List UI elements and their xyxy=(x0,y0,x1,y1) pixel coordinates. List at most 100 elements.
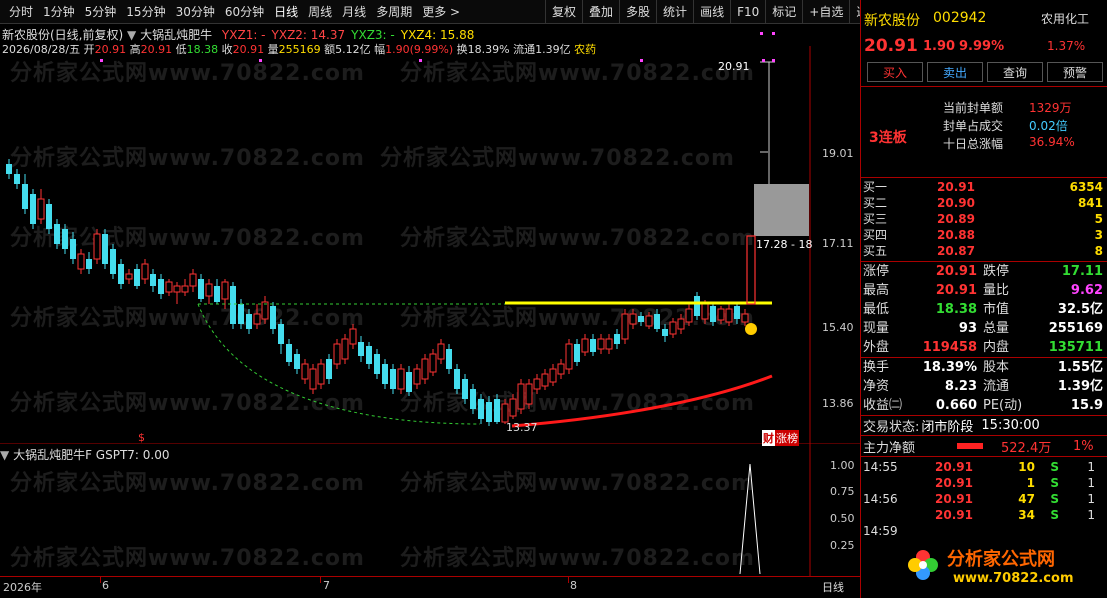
industry-change: 1.37% xyxy=(1047,39,1086,53)
stat-label: 外盘 xyxy=(863,340,890,355)
candle-body xyxy=(286,344,292,362)
candle-body xyxy=(134,269,140,286)
tool-button[interactable]: 复权 xyxy=(545,0,582,24)
candle-body xyxy=(494,399,500,422)
candle-body xyxy=(654,314,660,329)
annot-low: 13.37 xyxy=(506,421,538,434)
candle-body xyxy=(517,383,525,410)
period-tab[interactable]: 5分钟 xyxy=(80,3,122,20)
trade-button[interactable]: 预警 xyxy=(1047,62,1103,82)
tick-price: 20.91 xyxy=(935,492,973,506)
trade-button[interactable]: 买入 xyxy=(867,62,923,82)
stat-label: 涨停 xyxy=(863,264,890,279)
tenday-value: 36.94% xyxy=(1029,135,1075,149)
candle-body xyxy=(37,198,45,220)
stat-label: 量比 xyxy=(983,283,1010,298)
tool-button[interactable]: 标记 xyxy=(765,0,802,24)
candle-body xyxy=(158,279,164,294)
candle-body xyxy=(317,363,325,385)
candle-body xyxy=(125,273,133,280)
period-tab[interactable]: 更多 > xyxy=(417,3,465,20)
candle-body xyxy=(725,308,733,323)
stat-row: 净资 8.23 流通 1.39亿 xyxy=(861,377,1107,396)
quote-volume: 8 xyxy=(1094,244,1103,258)
gap-box xyxy=(754,184,809,236)
stat-value: 135711 xyxy=(1048,340,1103,355)
tool-button[interactable]: 画线 xyxy=(693,0,730,24)
period-tab[interactable]: 多周期 xyxy=(371,3,417,20)
candle-body xyxy=(221,281,229,300)
period-tabs: 分时 1分钟 5分钟 15分钟 30分钟 60分钟 日线 周线 月线 多周期 更多 > xyxy=(0,3,465,20)
limit-info: 3连板 当前封单额 1329万 封单占成交 0.02倍 十日总涨幅 36.94% xyxy=(861,87,1107,177)
period-tab[interactable]: 周线 xyxy=(303,3,337,20)
candle-body xyxy=(694,296,700,316)
tool-buttons: 复权叠加多股统计画线F10标记+自选返回 xyxy=(545,0,886,24)
industry-name[interactable]: 农用化工 xyxy=(1041,10,1089,27)
period-tab[interactable]: 60分钟 xyxy=(220,3,269,20)
candle-body xyxy=(446,349,452,369)
period-tab[interactable]: 1分钟 xyxy=(38,3,80,20)
sub-tick: 0.50 xyxy=(830,512,855,525)
mainflow-pct: 1% xyxy=(1073,438,1094,454)
candle-body xyxy=(301,363,309,380)
stat-label: 净资 xyxy=(863,379,890,394)
coin-icon[interactable] xyxy=(745,323,757,335)
stat-value: 93 xyxy=(958,321,977,336)
candle-body xyxy=(501,403,509,423)
candle-body xyxy=(629,313,637,325)
period-tab[interactable]: 分时 xyxy=(4,3,38,20)
tick-side xyxy=(1035,523,1059,539)
candle-body xyxy=(333,343,341,365)
candle-body xyxy=(173,285,181,293)
quote-price: 20.89 xyxy=(937,212,975,226)
tool-button[interactable]: 统计 xyxy=(656,0,693,24)
price-tick: 19.01 xyxy=(822,147,854,160)
tool-button[interactable]: 叠加 xyxy=(582,0,619,24)
annot-mid: 17.28 - 18 xyxy=(756,238,813,251)
tool-button[interactable]: 多股 xyxy=(619,0,656,24)
mainflow-bar xyxy=(957,443,983,449)
trade-button[interactable]: 卖出 xyxy=(927,62,983,82)
candle-body xyxy=(278,324,284,344)
stock-name: 新农股份 xyxy=(864,13,920,29)
period-tab[interactable]: 日线 xyxy=(269,3,303,20)
stat-value: 15.9 xyxy=(1070,398,1103,413)
candle-body xyxy=(214,286,220,302)
candle-body xyxy=(397,368,405,390)
candle-body xyxy=(382,364,388,384)
stat-value: 20.91 xyxy=(935,264,977,279)
tick-list[interactable]: 14:55 20.91 10 S 1 20.91 1 S 1 14:56 20.91 47 S 1 20.9… xyxy=(861,457,1107,539)
period-tab[interactable]: 15分钟 xyxy=(121,3,170,20)
trade-button[interactable]: 查询 xyxy=(987,62,1043,82)
tick-row: 14:59 xyxy=(861,523,1107,539)
candle-body xyxy=(30,194,36,224)
period-tab[interactable]: 30分钟 xyxy=(171,3,220,20)
candle-body xyxy=(110,249,116,274)
candle-body xyxy=(454,369,460,389)
candle-body xyxy=(93,233,101,260)
x-label-aug: 8 xyxy=(570,579,577,592)
tool-button[interactable]: F10 xyxy=(730,0,765,24)
candle-body xyxy=(413,368,421,385)
trade-time: 15:30:00 xyxy=(981,418,1040,433)
candlestick-chart[interactable] xyxy=(0,24,860,444)
candle-body xyxy=(238,304,244,324)
candle-body xyxy=(710,306,716,322)
tool-button[interactable]: +自选 xyxy=(802,0,849,24)
period-label[interactable]: 日线 xyxy=(822,579,844,595)
mainflow-value: 522.4万 xyxy=(1001,440,1052,456)
period-tab[interactable]: 月线 xyxy=(337,3,371,20)
candle-body xyxy=(462,379,468,399)
quote-price: 20.90 xyxy=(937,196,975,210)
stat-label: 市值 xyxy=(983,302,1010,317)
tick-time: 14:55 xyxy=(863,460,898,474)
candle-body xyxy=(669,321,677,335)
candle-body xyxy=(470,389,476,409)
stat-row: 外盘 119458 内盘 135711 xyxy=(861,338,1107,357)
sub-indicator-chart[interactable] xyxy=(0,444,860,576)
quote-label: 买五 xyxy=(863,244,888,258)
stat-label: 现量 xyxy=(863,321,890,336)
candle-body xyxy=(717,308,725,321)
tick-time: 14:59 xyxy=(863,524,898,538)
stat-value: 1.55亿 xyxy=(1057,360,1103,375)
